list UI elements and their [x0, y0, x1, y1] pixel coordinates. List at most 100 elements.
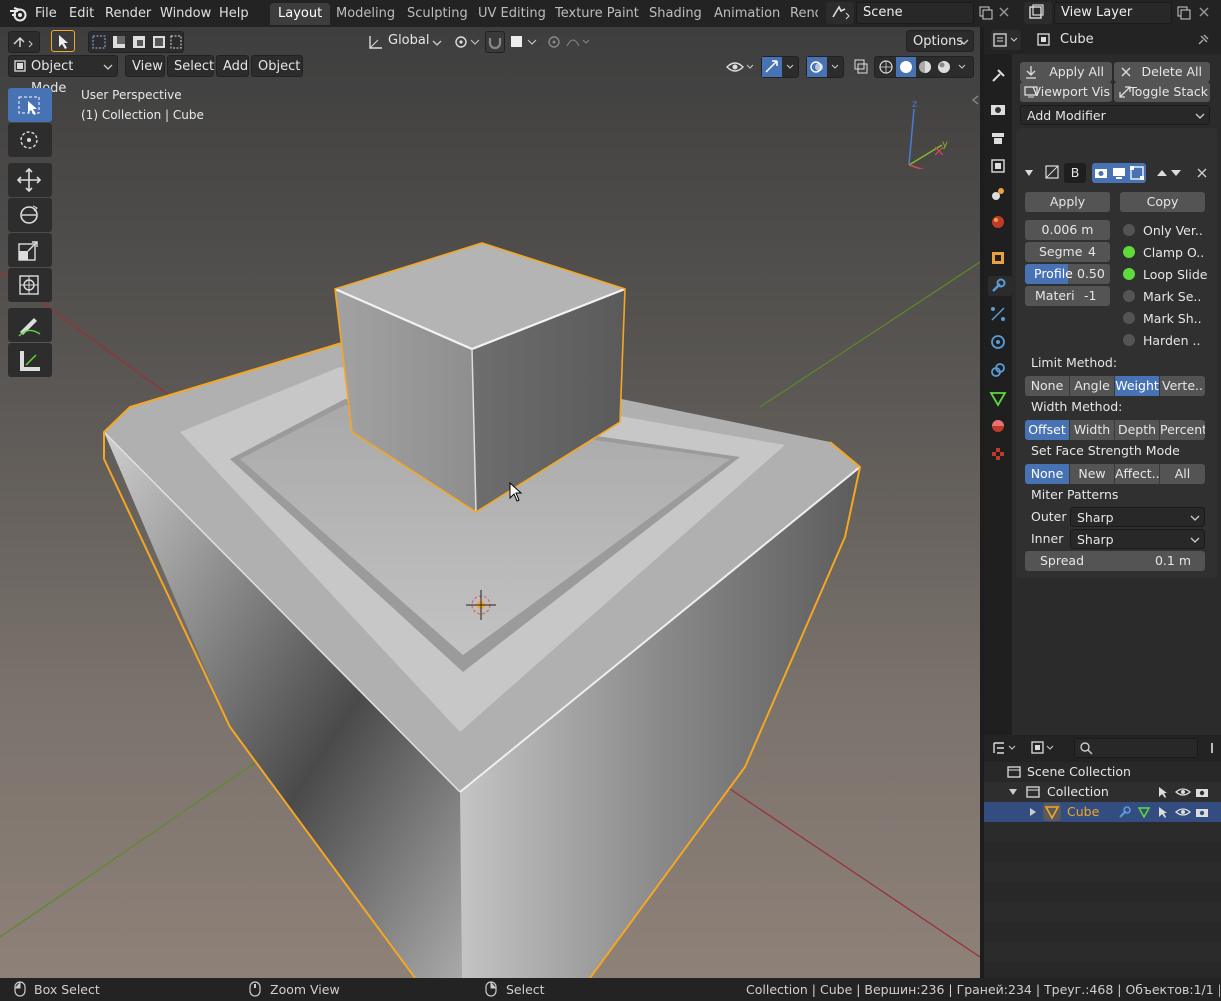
tab-layout[interactable]: Layout — [270, 3, 331, 25]
mark-seam-checkbox[interactable] — [1123, 290, 1135, 302]
segments-field[interactable]: Segme 4 — [1025, 242, 1110, 262]
expand-triangle-icon[interactable] — [1024, 168, 1034, 178]
tab-texture[interactable] — [988, 444, 1008, 464]
select-arrow-icon[interactable] — [1156, 785, 1170, 799]
shading-mode-group[interactable] — [874, 56, 974, 78]
tab-scene[interactable] — [988, 184, 1008, 204]
camera-icon[interactable] — [1195, 785, 1209, 799]
menu-help[interactable]: Help — [219, 0, 249, 27]
pin-icon[interactable] — [1196, 33, 1210, 47]
face-strength-all[interactable]: All — [1160, 464, 1205, 484]
delete-all-button[interactable]: Delete All — [1114, 62, 1210, 82]
tool-annotate[interactable] — [8, 308, 52, 342]
options-dropdown[interactable]: Options — [906, 30, 974, 52]
tab-world[interactable] — [988, 212, 1008, 232]
filter-icon[interactable] — [1210, 741, 1220, 755]
tab-texture-paint[interactable]: Texture Paint — [547, 3, 647, 25]
tab-object[interactable] — [988, 248, 1008, 268]
loop-slide-checkbox[interactable] — [1123, 268, 1135, 280]
tool-transform[interactable] — [8, 268, 52, 302]
tab-physics[interactable] — [988, 332, 1008, 352]
outer-miter-dropdown[interactable]: Sharp — [1070, 507, 1205, 527]
gizmo-toggle[interactable] — [761, 56, 799, 78]
menu-view[interactable]: View — [125, 55, 165, 77]
wrench-icon[interactable] — [1118, 805, 1132, 819]
eye-icon[interactable] — [1175, 805, 1191, 819]
tab-output[interactable] — [988, 128, 1008, 148]
tab-uv-editing[interactable]: UV Editing — [470, 3, 554, 25]
spread-field[interactable]: Spread 0.1 m — [1025, 551, 1205, 571]
snap-element-dropdown[interactable] — [507, 31, 539, 53]
visibility-dropdown[interactable] — [724, 56, 756, 78]
editor-type-button[interactable] — [8, 31, 40, 53]
face-strength-new[interactable]: New — [1070, 464, 1115, 484]
bevel-width-field[interactable]: 0.006 m — [1025, 220, 1110, 240]
properties-editor-type-button[interactable] — [990, 29, 1022, 51]
tool-select-button[interactable] — [51, 30, 75, 52]
only-vertices-checkbox[interactable] — [1123, 224, 1135, 236]
add-modifier-dropdown[interactable]: Add Modifier — [1020, 105, 1210, 125]
face-strength-affected[interactable]: Affect.. — [1115, 464, 1160, 484]
select-mode-group[interactable] — [88, 31, 184, 53]
face-strength-none[interactable]: None — [1025, 464, 1070, 484]
scene-selector-button[interactable] — [826, 2, 854, 24]
tab-animation[interactable]: Animation — [706, 3, 788, 25]
tab-sculpting[interactable]: Sculpting — [399, 3, 476, 25]
expand-triangle-icon[interactable] — [1008, 787, 1018, 797]
menu-object[interactable]: Object — [251, 55, 303, 77]
tool-cursor[interactable] — [8, 123, 52, 157]
outliner-search-input[interactable] — [1074, 738, 1198, 758]
menu-select[interactable]: Select — [167, 55, 214, 77]
object-mode-dropdown[interactable]: Object Mode — [8, 55, 118, 96]
modifier-visibility-toggles[interactable] — [1092, 163, 1146, 183]
outliner-row-cube[interactable]: Cube — [984, 802, 1221, 822]
width-method-percent[interactable]: Percent — [1160, 420, 1205, 440]
profile-slider[interactable]: Profile 0.50 — [1025, 264, 1110, 284]
eye-icon[interactable] — [1175, 785, 1191, 799]
tab-constraints[interactable] — [988, 360, 1008, 380]
limit-method-none[interactable]: None — [1025, 376, 1070, 396]
menu-add[interactable]: Add — [216, 55, 249, 77]
width-method-width[interactable]: Width — [1070, 420, 1115, 440]
apply-button[interactable]: Apply — [1025, 192, 1110, 212]
close-scene-icon[interactable] — [998, 6, 1010, 18]
move-up-icon[interactable] — [1155, 163, 1169, 183]
tab-shading[interactable]: Shading — [641, 3, 710, 25]
tab-render[interactable] — [988, 100, 1008, 120]
limit-method-angle[interactable]: Angle — [1070, 376, 1115, 396]
camera-icon[interactable] — [1195, 805, 1209, 819]
view-layer-name-field[interactable]: View Layer — [1054, 2, 1172, 24]
outliner-row-scene-collection[interactable]: Scene Collection — [984, 762, 1221, 782]
tool-measure[interactable] — [8, 343, 52, 377]
tool-rotate[interactable] — [8, 198, 52, 232]
overlays-toggle[interactable] — [806, 56, 844, 78]
display-mode-dropdown[interactable] — [1028, 737, 1058, 759]
toggle-stack-button[interactable]: Toggle Stack — [1114, 82, 1210, 102]
collapse-sidebar-icon[interactable] — [970, 94, 980, 106]
tab-tool[interactable] — [988, 66, 1008, 86]
close-icon[interactable] — [1196, 167, 1208, 179]
copy-scene-icon[interactable] — [978, 5, 994, 21]
tab-particles[interactable] — [988, 304, 1008, 324]
tab-view-layer[interactable] — [988, 156, 1008, 176]
select-arrow-icon[interactable] — [1156, 805, 1170, 819]
inner-miter-dropdown[interactable]: Sharp — [1070, 529, 1205, 549]
blender-logo-icon[interactable] — [9, 5, 27, 22]
limit-method-vertex-group[interactable]: Verte.. — [1160, 376, 1205, 396]
pivot-point-dropdown[interactable] — [450, 31, 482, 53]
snap-toggle[interactable] — [485, 31, 505, 53]
tool-scale[interactable] — [8, 233, 52, 267]
outliner-row-collection[interactable]: Collection — [984, 782, 1221, 802]
material-index-field[interactable]: Materi -1 — [1025, 286, 1110, 306]
menu-file[interactable]: File — [35, 0, 57, 27]
tool-move[interactable] — [8, 163, 52, 197]
proportional-editing-group[interactable] — [544, 31, 594, 53]
close-view-layer-icon[interactable] — [1198, 6, 1210, 18]
apply-all-button[interactable]: Apply All — [1020, 62, 1112, 82]
3d-viewport[interactable]: z y Global Options Object View Select Ad… — [0, 27, 980, 978]
expand-arrow-icon[interactable] — [1028, 807, 1038, 817]
transform-orientation-dropdown[interactable]: Global — [365, 31, 445, 53]
xray-toggle[interactable] — [851, 56, 871, 78]
clamp-overlap-checkbox[interactable] — [1123, 246, 1135, 258]
width-method-depth[interactable]: Depth — [1115, 420, 1160, 440]
